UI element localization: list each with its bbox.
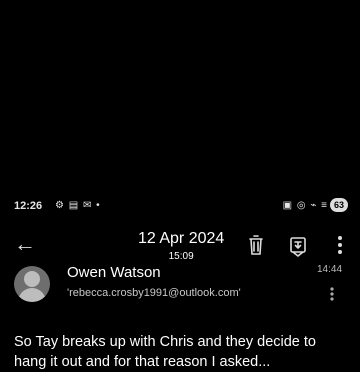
status-time: 12:26: [14, 200, 43, 212]
sender-row[interactable]: Owen Watson 'rebecca.crosby1991@outlook.…: [0, 262, 360, 306]
battery-icon: 63: [330, 198, 348, 212]
trash-icon: [249, 235, 263, 255]
more-options-button[interactable]: [328, 232, 352, 258]
delete-button[interactable]: [244, 232, 268, 258]
message-body: So Tay breaks up with Chris and they dec…: [14, 332, 354, 372]
sender-name: Owen Watson: [67, 264, 161, 281]
status-bar: 12:26 ⚙ ▤ ✉ • ▣ ◎ ⌁ ≡ 63: [0, 196, 360, 220]
system-icons: ▣ ◎ ⌁ ≡: [282, 200, 328, 211]
archive-button[interactable]: [286, 232, 310, 258]
recipient-email: 'rebecca.crosby1991@outlook.com': [67, 287, 241, 299]
message-time: 15:09: [168, 251, 194, 262]
message-body-line: hang it out and for that reason I asked.…: [14, 354, 271, 370]
sender-more-icon[interactable]: [328, 286, 336, 302]
notification-icons: ⚙ ▤ ✉ •: [55, 200, 101, 211]
back-arrow-icon[interactable]: ←: [14, 232, 38, 256]
message-date: 12 Apr 2024: [138, 230, 225, 247]
avatar: [14, 266, 50, 302]
archive-icon: [290, 237, 306, 258]
received-time: 14:44: [317, 264, 343, 275]
more-vertical-icon: [338, 236, 342, 254]
message-body-line: So Tay breaks up with Chris and they dec…: [14, 334, 316, 350]
message-date-block: 12 Apr 2024 15:09: [138, 230, 224, 262]
